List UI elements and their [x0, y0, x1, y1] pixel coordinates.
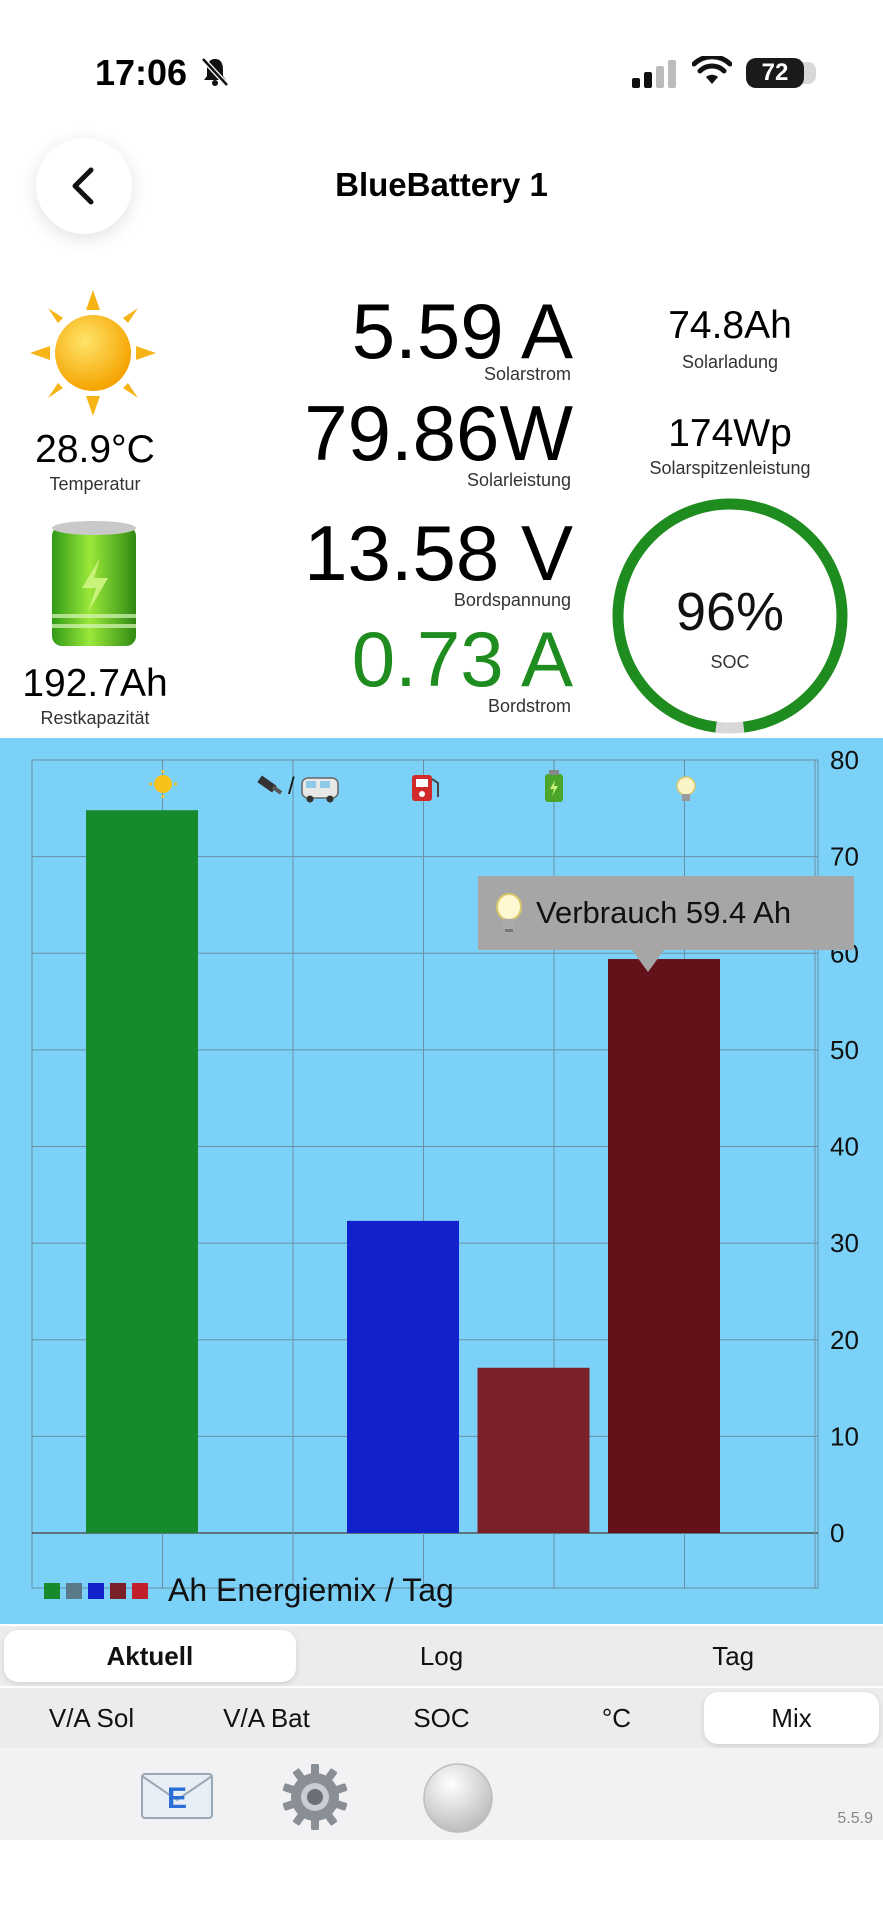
legend-swatch: [44, 1582, 60, 1599]
board-voltage-value: 13.58 V: [304, 509, 573, 597]
tab-aktuell[interactable]: Aktuell: [4, 1630, 296, 1682]
y-tick-label: 0: [830, 1518, 844, 1548]
cellular-signal-icon: [632, 60, 676, 88]
battery-category-icon: [545, 770, 563, 802]
solar-power-value: 79.86W: [304, 389, 573, 477]
tab-va-sol[interactable]: V/A Sol: [4, 1692, 179, 1744]
chart-tooltip: Verbrauch 59.4 Ah: [478, 876, 854, 950]
solar-charge-value: 74.8Ah: [668, 304, 792, 347]
app-version: 5.5.9: [837, 1810, 873, 1827]
tab-va-bat[interactable]: V/A Bat: [179, 1692, 354, 1744]
soc-gauge: 96% SOC: [612, 498, 848, 734]
y-tick-label: 30: [830, 1228, 859, 1258]
solar-peak-value: 174Wp: [668, 412, 792, 455]
solar-power-label: Solarleistung: [466, 470, 571, 490]
soc-value: 96%: [676, 582, 784, 642]
board-current-value: 0.73 A: [351, 615, 573, 703]
period-tabs: Aktuell Log Tag: [0, 1626, 883, 1686]
gear-icon[interactable]: [280, 1762, 350, 1832]
bell-muted-icon: [201, 57, 229, 87]
lightbulb-icon: [496, 893, 522, 932]
legend-swatch: [88, 1582, 104, 1599]
legend-swatch: [110, 1582, 126, 1599]
tooltip-arrow: [632, 950, 664, 972]
board-current-label: Bordstrom: [487, 696, 571, 716]
sun-icon: [30, 290, 156, 416]
y-tick-label: 80: [830, 745, 859, 775]
tab-soc[interactable]: SOC: [354, 1692, 529, 1744]
plug-van-category-icon: /: [257, 773, 339, 803]
y-tick-label: 70: [830, 842, 859, 872]
temperature-value: 28.9°C: [35, 428, 155, 471]
email-icon[interactable]: E: [140, 1770, 214, 1822]
bar-lightbulb[interactable]: [608, 959, 720, 1533]
legend-swatch: [66, 1582, 82, 1599]
tooltip-text: Verbrauch 59.4 Ah: [536, 895, 792, 930]
solar-charge-label: Solarladung: [681, 352, 779, 372]
solar-peak-label: Solarspitzenleistung: [649, 458, 811, 478]
bar-battery[interactable]: [477, 1367, 590, 1533]
energy-mix-chart: 01020304050607080 /: [31, 745, 859, 1589]
battery-percent: 72: [761, 59, 789, 86]
svg-text:E: E: [167, 1782, 187, 1815]
bar-fuel[interactable]: [347, 1220, 459, 1533]
tab-temperature[interactable]: °C: [529, 1692, 704, 1744]
battery-icon: [52, 521, 136, 646]
lightbulb-category-icon: [676, 776, 696, 801]
tab-tag[interactable]: Tag: [587, 1630, 879, 1682]
svg-text:/: /: [288, 773, 295, 800]
y-tick-label: 20: [830, 1325, 859, 1355]
legend-swatch: [132, 1582, 148, 1599]
capacity-value: 192.7Ah: [22, 662, 168, 705]
view-tabs: V/A Sol V/A Bat SOC °C Mix: [0, 1688, 883, 1748]
y-tick-label: 40: [830, 1132, 859, 1162]
battery-level: 72: [746, 58, 816, 88]
solar-current-label: Solarstrom: [483, 364, 571, 384]
chart-legend: Ah Energiemix / Tag: [44, 1572, 454, 1609]
status-indicator-icon[interactable]: [422, 1762, 494, 1834]
capacity-label: Restkapazität: [40, 708, 150, 728]
solar-current-value: 5.59 A: [351, 287, 573, 375]
status-time: 17:06: [95, 52, 188, 93]
board-voltage-label: Bordspannung: [453, 590, 571, 610]
legend-text: Ah Energiemix / Tag: [168, 1572, 454, 1608]
y-tick-label: 10: [830, 1421, 859, 1451]
fuel-category-icon: [412, 775, 439, 801]
y-axis-ticks: 01020304050607080: [830, 745, 859, 1548]
tab-log[interactable]: Log: [296, 1630, 588, 1682]
bar-sun[interactable]: [86, 810, 198, 1533]
temperature-label: Temperatur: [49, 474, 141, 494]
y-tick-label: 50: [830, 1035, 859, 1065]
page-title: BlueBattery 1: [335, 166, 548, 203]
soc-label: SOC: [710, 652, 749, 672]
wifi-icon: [692, 56, 732, 84]
tab-mix[interactable]: Mix: [704, 1692, 879, 1744]
